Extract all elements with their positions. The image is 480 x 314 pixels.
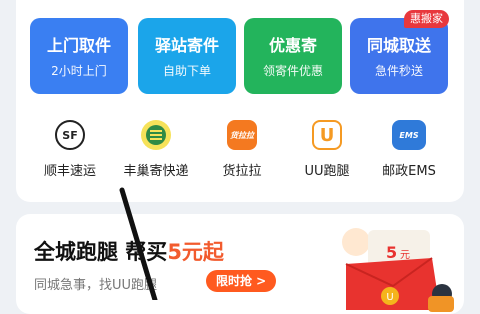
uu-errand-icon: U	[312, 120, 342, 150]
courier-label: 丰巢寄快递	[123, 164, 189, 179]
svg-text:U: U	[386, 292, 393, 303]
service-subtitle: 急件秒送	[374, 64, 423, 78]
courier-lalamove[interactable]: 货拉拉 货拉拉	[197, 120, 287, 179]
ems-icon: EMS	[392, 120, 426, 150]
courier-ems[interactable]: EMS 邮政EMS	[364, 120, 454, 179]
service-title: 同城取送	[366, 36, 431, 55]
promo-subtitle: 同城急事，找UU跑腿	[34, 278, 158, 293]
discount-send-button[interactable]: 优惠寄 领寄件优惠	[244, 18, 342, 94]
promo-title-text: 全城跑腿 帮买	[34, 240, 168, 264]
promo-price: 5元起	[167, 240, 224, 264]
sf-express-icon: SF	[55, 120, 85, 150]
service-subtitle: 2小时上门	[51, 64, 107, 78]
red-packet-illustration: U 5 元	[342, 228, 454, 312]
courier-label: UU跑腿	[304, 164, 350, 179]
grab-now-button[interactable]: 限时抢 >	[206, 270, 277, 292]
coupon-value: 5	[386, 243, 397, 262]
promo-title: 全城跑腿 帮买5元起	[34, 236, 224, 266]
coupon-unit: 元	[400, 250, 410, 261]
courier-label: 顺丰速运	[43, 164, 96, 179]
service-subtitle: 领寄件优惠	[262, 64, 323, 78]
promo-banner[interactable]: 全城跑腿 帮买5元起 同城急事，找UU跑腿 限时抢 > U 5 元	[16, 214, 464, 314]
hive-box-icon	[141, 120, 171, 150]
pickup-service-button[interactable]: 上门取件 2小时上门	[30, 18, 128, 94]
station-send-button[interactable]: 驿站寄件 自助下单	[138, 18, 236, 94]
courier-hive-box[interactable]: 丰巢寄快递	[111, 120, 201, 179]
courier-sf-express[interactable]: SF 顺丰速运	[25, 120, 115, 179]
service-title: 优惠寄	[268, 36, 317, 55]
service-title: 驿站寄件	[154, 36, 219, 55]
courier-label: 货拉拉	[222, 164, 262, 179]
courier-label: 邮政EMS	[382, 164, 436, 179]
lalamove-icon: 货拉拉	[227, 120, 257, 150]
service-title: 上门取件	[46, 36, 111, 55]
service-subtitle: 自助下单	[162, 64, 211, 78]
moving-badge: 惠搬家	[404, 10, 449, 28]
same-city-delivery-button[interactable]: 同城取送 急件秒送	[350, 18, 448, 94]
courier-uu-errand[interactable]: U UU跑腿	[282, 120, 372, 179]
